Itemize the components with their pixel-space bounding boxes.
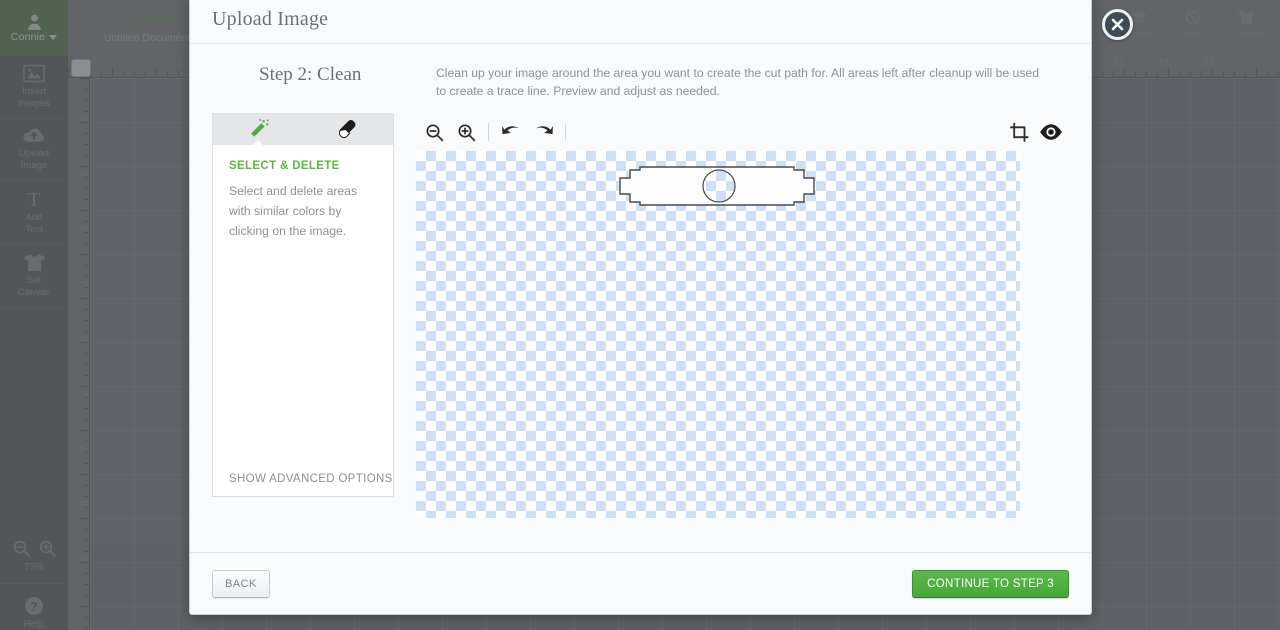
- back-button[interactable]: BACK: [212, 569, 270, 598]
- zoom-in-icon: [457, 123, 475, 141]
- step-row: Step 2: Clean Clean up your image around…: [212, 62, 1069, 100]
- ruler-corner-box[interactable]: [71, 59, 91, 77]
- modal-footer: BACK CONTINUE TO STEP 3: [190, 552, 1091, 614]
- tool-body: SELECT & DELETE Select and delete areas …: [212, 145, 394, 497]
- uploaded-image-artwork[interactable]: [618, 165, 816, 207]
- zoom-out-icon: [425, 123, 443, 141]
- continue-to-step-3-button[interactable]: CONTINUE TO STEP 3: [912, 569, 1069, 598]
- zoom-out-button[interactable]: [418, 116, 450, 148]
- magic-wand-icon: [251, 118, 269, 137]
- eraser-icon: [338, 119, 356, 138]
- undo-arrow-icon: [501, 126, 519, 135]
- modal-title: Upload Image: [212, 8, 329, 30]
- modal-header: Upload Image: [190, 0, 1091, 44]
- image-edit-canvas[interactable]: [416, 151, 1069, 518]
- tool-description: Select and delete areas with similar col…: [229, 184, 358, 238]
- zoom-in-button[interactable]: [450, 116, 482, 148]
- modal-body: Step 2: Clean Clean up your image around…: [190, 44, 1091, 552]
- tool-heading: SELECT & DELETE: [229, 160, 340, 172]
- close-modal-button[interactable]: [1102, 9, 1133, 40]
- eye-icon: [1040, 124, 1062, 140]
- crop-button[interactable]: [1003, 116, 1035, 148]
- step-description: Clean up your image around the area you …: [436, 66, 1039, 98]
- canvas-panel: [416, 113, 1069, 518]
- step-title: Step 2: Clean: [259, 64, 362, 85]
- redo-button[interactable]: [527, 116, 559, 148]
- toolbar-divider: [565, 123, 566, 141]
- toolbar-divider: [488, 123, 489, 141]
- tools-panel: SELECT & DELETE Select and delete areas …: [212, 113, 394, 518]
- show-advanced-options-link[interactable]: SHOW ADVANCED OPTIONS: [229, 473, 393, 485]
- undo-button[interactable]: [495, 116, 527, 148]
- tool-tabs: [212, 113, 394, 146]
- eraser-tool-tab[interactable]: [303, 114, 393, 145]
- canvas-toolbar: [416, 113, 1069, 151]
- magic-wand-tool-tab[interactable]: [213, 114, 303, 146]
- crop-icon: [1009, 122, 1028, 142]
- close-x-icon: [1111, 18, 1124, 31]
- work-row: SELECT & DELETE Select and delete areas …: [212, 113, 1069, 518]
- redo-arrow-icon: [535, 126, 553, 135]
- upload-image-modal: Upload Image Step 2: Clean Clean up your…: [189, 0, 1092, 615]
- preview-button[interactable]: [1035, 116, 1067, 148]
